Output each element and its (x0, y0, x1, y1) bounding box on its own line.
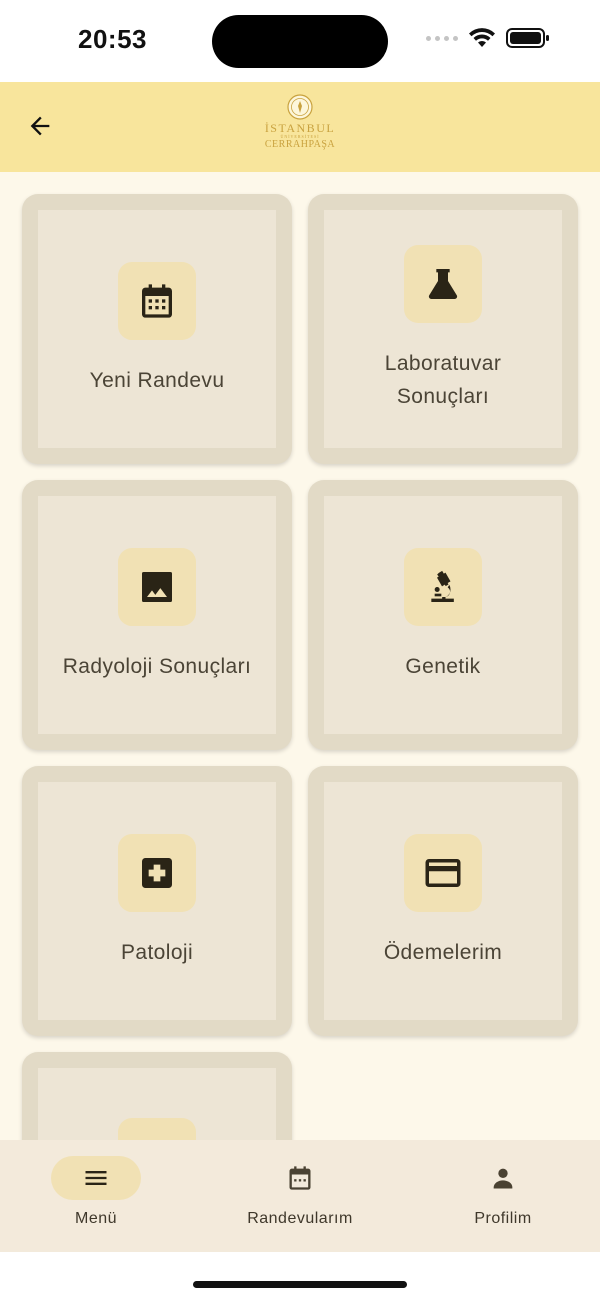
menu-grid: Yeni Randevu Laboratuvar Sonuçları Radyo… (0, 172, 600, 1140)
arrow-left-icon (30, 116, 50, 136)
medical-cross-icon (142, 857, 172, 888)
nav-item-menu[interactable]: Menü (16, 1156, 176, 1228)
person-icon (493, 1168, 513, 1189)
calendar-icon (289, 1166, 311, 1190)
logo-text-cerrahpasa: CERRAHPAŞA (264, 139, 336, 150)
menu-card-label: Yeni Randevu (89, 368, 225, 392)
status-bar: 20:53 (0, 0, 600, 82)
status-icons (426, 27, 550, 49)
menu-icon (85, 1171, 107, 1185)
nav-pill (255, 1156, 345, 1200)
menu-card-label: Patoloji (120, 940, 194, 964)
menu-icon-box (118, 547, 196, 626)
battery-icon (506, 28, 549, 48)
menu-icon-box (118, 261, 196, 340)
nav-pill (458, 1156, 548, 1200)
menu-icon-box (404, 245, 482, 323)
calendar-icon (142, 283, 172, 318)
microscope-icon (431, 570, 454, 602)
menu-icon-box (404, 547, 482, 626)
menu-card-laboratuvar-sonuclari[interactable]: Laboratuvar Sonuçları (308, 194, 578, 464)
menu-icon-box (118, 833, 196, 912)
menu-card-label: Radyoloji Sonuçları (62, 654, 252, 678)
menu-icon-box (118, 1118, 196, 1140)
dynamic-island (212, 15, 388, 68)
flask-icon (428, 269, 458, 299)
menu-card-radyoloji-sonuclari[interactable]: Radyoloji Sonuçları (22, 480, 292, 750)
menu-icon-box (404, 833, 482, 912)
cellular-signal-icon (426, 35, 458, 41)
home-indicator-area (0, 1252, 600, 1300)
menu-card-odemelerim[interactable]: Ödemelerim (308, 766, 578, 1036)
nav-label: Menü (74, 1210, 118, 1227)
status-time: 20:53 (78, 24, 147, 54)
university-seal-icon (287, 94, 313, 120)
home-indicator[interactable] (193, 1281, 407, 1288)
menu-card-patoloji[interactable]: Patoloji (22, 766, 292, 1036)
menu-card-partial[interactable] (22, 1052, 292, 1140)
nav-item-randevularim[interactable]: Randevularım (220, 1156, 380, 1228)
back-button[interactable] (18, 104, 62, 148)
credit-card-icon (425, 858, 461, 887)
image-icon (142, 571, 172, 602)
menu-card-label: Ödemelerim (383, 940, 503, 964)
nav-item-profilim[interactable]: Profilim (423, 1156, 583, 1228)
app-bar: İSTANBUL ÜNİVERSİTESİ CERRAHPAŞA (0, 82, 600, 172)
menu-card-label: Genetik (405, 654, 481, 678)
nav-label: Randevularım (247, 1210, 353, 1227)
menu-card-label: Laboratuvar Sonuçları (384, 352, 502, 408)
logo-text-istanbul: İSTANBUL (264, 121, 336, 135)
menu-card-genetik[interactable]: Genetik (308, 480, 578, 750)
university-logo: İSTANBUL ÜNİVERSİTESİ CERRAHPAŞA (250, 94, 350, 160)
nav-pill-active (51, 1156, 141, 1200)
wifi-icon (469, 28, 495, 47)
bottom-navigation: Menü Randevularım Profilim (0, 1140, 600, 1252)
nav-label: Profilim (474, 1210, 532, 1227)
menu-card-yeni-randevu[interactable]: Yeni Randevu (22, 194, 292, 464)
